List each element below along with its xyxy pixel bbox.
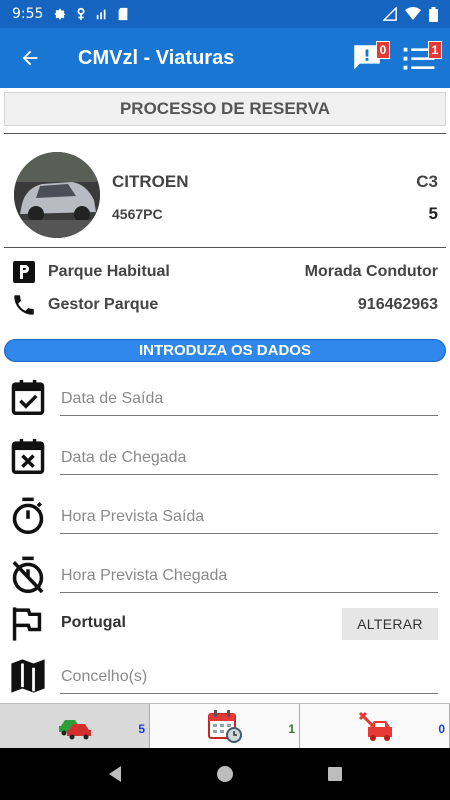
- flag-icon: [12, 607, 42, 641]
- vehicle-plate: 4567PC: [112, 206, 163, 222]
- calendar-check-icon: [11, 380, 45, 415]
- parking-icon: [13, 261, 35, 283]
- sd-card-icon: [119, 7, 128, 21]
- country-name: Portugal: [61, 614, 126, 631]
- gear-icon: [55, 8, 66, 20]
- vehicle-photo: [14, 152, 100, 238]
- tab-maintenance-count: 0: [438, 722, 445, 736]
- back-button[interactable]: [0, 28, 60, 88]
- departure-date-input[interactable]: Data de Saída: [60, 386, 438, 416]
- parking-label: Parque Habitual: [48, 263, 170, 280]
- arrival-date-input[interactable]: Data de Chegada: [60, 445, 438, 475]
- signal-icon: [383, 7, 397, 21]
- arrival-time-input[interactable]: Hora Prevista Chegada: [60, 563, 438, 593]
- map-icon: [11, 659, 45, 693]
- vehicle-card: CITROEN 4567PC C3 5: [4, 136, 446, 246]
- nav-back-icon[interactable]: [107, 765, 123, 783]
- manager-phone[interactable]: 916462963: [358, 296, 438, 314]
- list-badge: 1: [428, 41, 442, 59]
- municipality-input[interactable]: Concelho(s): [60, 664, 438, 694]
- vehicle-brand: CITROEN: [112, 172, 189, 191]
- messages-button[interactable]: 0: [348, 39, 390, 77]
- divider: [4, 133, 446, 134]
- tab-vehicles[interactable]: 5: [0, 704, 150, 748]
- parking-row: Parque Habitual Morada Condutor: [4, 256, 446, 288]
- vehicle-model: C3: [416, 172, 438, 191]
- app-title: CMVzl - Viaturas: [78, 46, 235, 69]
- nav-home-icon[interactable]: [216, 765, 234, 783]
- calendar-remove-icon: [11, 439, 45, 474]
- status-bar: 9:55: [0, 0, 450, 28]
- messages-badge: 0: [376, 41, 390, 59]
- location-icon: [77, 7, 85, 21]
- timer-off-icon: [12, 556, 44, 594]
- wifi-icon: [405, 7, 421, 20]
- status-icons-right: [383, 6, 438, 22]
- bottom-tab-bar: 5 1 0: [0, 703, 450, 748]
- phone-icon: [14, 295, 34, 315]
- departure-date-field[interactable]: Data de Saída: [4, 372, 446, 422]
- arrow-back-icon: [22, 50, 38, 66]
- status-time: 9:55: [12, 6, 44, 22]
- calendar-clock-icon: [207, 710, 242, 743]
- departure-time-field[interactable]: Hora Prevista Saída: [4, 490, 446, 540]
- manager-label: Gestor Parque: [48, 296, 159, 313]
- arrival-time-field[interactable]: Hora Prevista Chegada: [4, 549, 446, 599]
- wifi-calling-icon: [97, 9, 106, 20]
- form-header: INTRODUZA OS DADOS: [4, 339, 446, 362]
- section-title: PROCESSO DE RESERVA: [4, 92, 446, 126]
- battery-icon: [429, 6, 438, 22]
- cars-icon: [58, 720, 91, 740]
- departure-time-input[interactable]: Hora Prevista Saída: [60, 504, 438, 534]
- change-country-button[interactable]: ALTERAR: [342, 608, 438, 640]
- tab-reservations[interactable]: 1: [150, 704, 300, 748]
- tab-reservations-count: 1: [288, 722, 295, 736]
- country-row: Portugal ALTERAR: [4, 604, 446, 644]
- arrival-date-field[interactable]: Data de Chegada: [4, 431, 446, 481]
- municipality-field[interactable]: Concelho(s): [4, 650, 446, 700]
- vehicle-seats: 5: [428, 204, 438, 223]
- timer-icon: [12, 497, 44, 535]
- list-button[interactable]: 1: [400, 39, 442, 77]
- car-repair-icon: [358, 711, 392, 741]
- nav-recents-icon[interactable]: [327, 766, 343, 782]
- parking-value: Morada Condutor: [304, 263, 438, 280]
- status-icons-left: [53, 7, 129, 21]
- tab-vehicles-count: 5: [138, 722, 145, 736]
- tab-maintenance[interactable]: 0: [300, 704, 450, 748]
- divider: [4, 247, 446, 248]
- manager-row: Gestor Parque 916462963: [4, 289, 446, 321]
- system-nav-bar: [0, 748, 450, 800]
- app-bar: CMVzl - Viaturas 0 1: [0, 28, 450, 88]
